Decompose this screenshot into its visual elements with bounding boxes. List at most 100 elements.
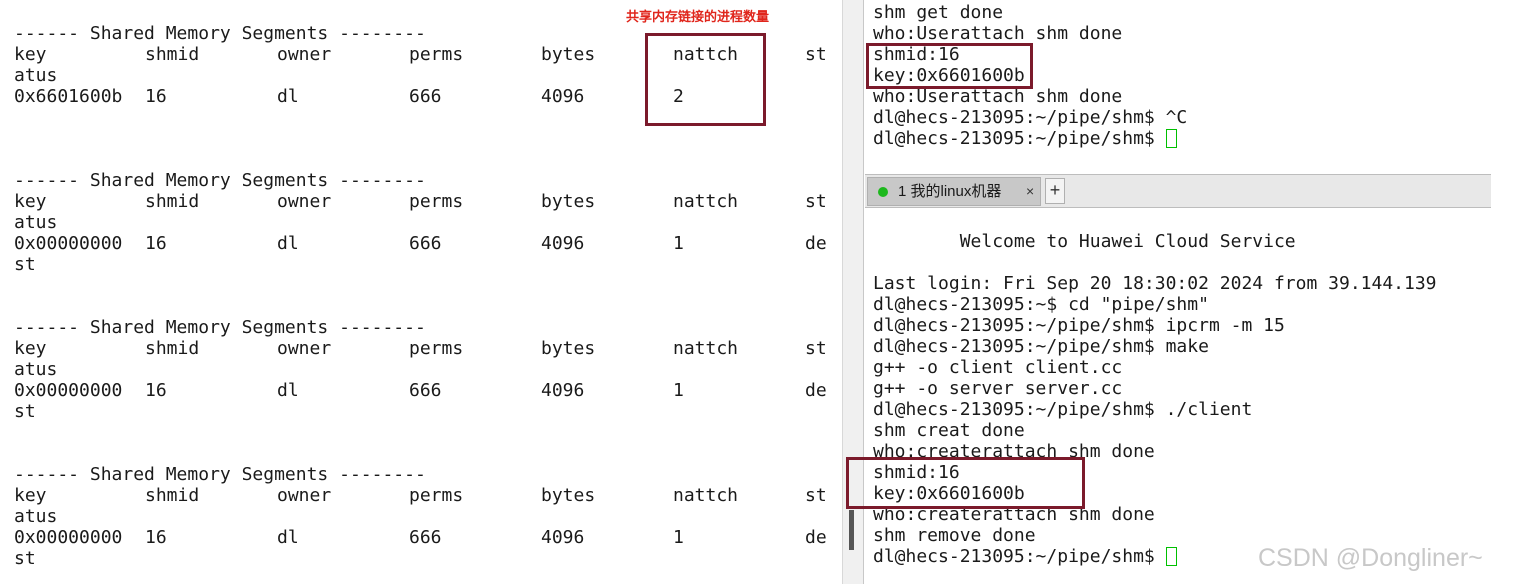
terminal-cursor [1165, 129, 1177, 148]
terminal-line-text: dl@hecs-213095:~/pipe/shm$ [873, 546, 1166, 567]
connection-status-icon [878, 187, 888, 197]
terminal-line-text: dl@hecs-213095:~$ cd "pipe/shm" [873, 294, 1209, 315]
column-header: nattch [673, 485, 739, 506]
terminal-line: who:Userattach shm done [873, 23, 1122, 44]
session-tab-bar: 1 我的linux机器 × + [865, 174, 1491, 208]
terminal-line: dl@hecs-213095:~/pipe/shm$ ^C [873, 107, 1187, 128]
column-header: owner [277, 191, 332, 212]
terminal-line-text: dl@hecs-213095:~/pipe/shm$ ^C [873, 107, 1188, 128]
terminal-line-text: who:Userattach shm done [873, 86, 1123, 107]
column-header: st [805, 338, 827, 359]
segment-cell: de [805, 380, 827, 401]
segment-cell: 16 [145, 527, 167, 548]
column-headers: key shmid owner perms bytes nattch st [14, 338, 844, 359]
terminal-line-text: Last login: Fri Sep 20 18:30:02 2024 fro… [873, 273, 1437, 294]
terminal-line-text: dl@hecs-213095:~/pipe/shm$ [873, 128, 1166, 149]
column-header: nattch [673, 191, 739, 212]
segment-cell: dl [277, 233, 299, 254]
column-header: bytes [541, 338, 596, 359]
terminal-line-text: dl@hecs-213095:~/pipe/shm$ ./client [873, 399, 1253, 420]
column-headers: key shmid owner perms bytes nattch st [14, 191, 844, 212]
segment-row: 0x00000000 16 dl 666 4096 1 de [14, 233, 844, 254]
terminal-line-text: dl@hecs-213095:~/pipe/shm$ ipcrm -m 15 [873, 315, 1285, 336]
column-header: shmid [145, 485, 200, 506]
terminal-line: Welcome to Huawei Cloud Service [873, 231, 1296, 252]
terminal-line: shm remove done [873, 525, 1036, 546]
segment-cell: 666 [409, 86, 442, 107]
column-header: shmid [145, 191, 200, 212]
shmid-key-highlight-box [846, 457, 1085, 509]
segment-cell: 16 [145, 233, 167, 254]
column-header: shmid [145, 44, 200, 65]
annotation-label: 共享内存链接的进程数量 [626, 10, 770, 25]
terminal-line: dl@hecs-213095:~/pipe/shm$ [873, 128, 1177, 149]
segment-cell: 4096 [541, 233, 585, 254]
right-bottom-terminal[interactable]: Welcome to Huawei Cloud Service Last logi… [865, 208, 1491, 584]
terminal-line: shm get done [873, 2, 1003, 23]
column-header: owner [277, 485, 332, 506]
new-tab-button[interactable]: + [1045, 178, 1065, 204]
segment-cell: 666 [409, 233, 442, 254]
column-header: owner [277, 44, 332, 65]
column-header: nattch [673, 338, 739, 359]
segment-cell: 4096 [541, 86, 585, 107]
segment-cell: 666 [409, 380, 442, 401]
terminal-line: g++ -o client client.cc [873, 357, 1122, 378]
terminal-line: shm creat done [873, 420, 1025, 441]
terminal-line-text: g++ -o server server.cc [873, 378, 1123, 399]
terminal-line-text: g++ -o client client.cc [873, 357, 1123, 378]
segments-header: ------ Shared Memory Segments -------- [14, 317, 426, 338]
segment-cell: 666 [409, 527, 442, 548]
column-header: key [14, 191, 47, 212]
terminal-line: dl@hecs-213095:~$ cd "pipe/shm" [873, 294, 1209, 315]
segment-cell: 0x00000000 [14, 527, 123, 548]
segment-cell: de [805, 527, 827, 548]
terminal-line-text: who:Userattach shm done [873, 23, 1123, 44]
column-header: key [14, 44, 47, 65]
segment-cell: dl [277, 380, 299, 401]
shm-segments-block: ------ Shared Memory Segments -------- ke… [14, 464, 844, 569]
terminal-line-text: Welcome to Huawei Cloud Service [873, 231, 1296, 252]
shmid-key-highlight-box [866, 43, 1033, 89]
terminal-line: g++ -o server server.cc [873, 378, 1122, 399]
terminal-line: who:Userattach shm done [873, 86, 1122, 107]
close-tab-icon[interactable]: × [1026, 178, 1034, 205]
column-header: bytes [541, 485, 596, 506]
terminal-line-text: shm get done [873, 2, 1004, 23]
segment-row-wrap: st [14, 254, 36, 275]
segment-cell: 1 [673, 380, 684, 401]
column-header: perms [409, 338, 464, 359]
session-tab[interactable]: 1 我的linux机器 × [867, 177, 1041, 206]
column-header: key [14, 338, 47, 359]
column-header: perms [409, 191, 464, 212]
column-header: perms [409, 485, 464, 506]
terminal-line: dl@hecs-213095:~/pipe/shm$ ipcrm -m 15 [873, 315, 1285, 336]
terminal-line: dl@hecs-213095:~/pipe/shm$ ./client [873, 399, 1252, 420]
segment-cell: dl [277, 527, 299, 548]
column-header-wrap: atus [14, 212, 58, 233]
segment-cell: 4096 [541, 380, 585, 401]
segment-row-wrap: st [14, 548, 36, 569]
column-header: bytes [541, 191, 596, 212]
segment-cell: 4096 [541, 527, 585, 548]
segment-cell: 1 [673, 233, 684, 254]
column-header: st [805, 44, 827, 65]
segment-cell: 16 [145, 380, 167, 401]
column-header: bytes [541, 44, 596, 65]
column-header: st [805, 191, 827, 212]
terminal-cursor [1165, 547, 1177, 566]
column-header: key [14, 485, 47, 506]
segments-header: ------ Shared Memory Segments -------- [14, 170, 426, 191]
column-header: st [805, 485, 827, 506]
segment-cell: 0x00000000 [14, 380, 123, 401]
segment-cell: dl [277, 86, 299, 107]
column-header: perms [409, 44, 464, 65]
shm-segments-block: ------ Shared Memory Segments -------- ke… [14, 170, 844, 275]
terminal-line-text: dl@hecs-213095:~/pipe/shm$ make [873, 336, 1209, 357]
terminal-line: dl@hecs-213095:~/pipe/shm$ [873, 546, 1177, 567]
segment-row-wrap: st [14, 401, 36, 422]
scrollbar-thumb[interactable] [849, 510, 854, 550]
segment-row: 0x00000000 16 dl 666 4096 1 de [14, 380, 844, 401]
column-header: owner [277, 338, 332, 359]
segment-cell: 16 [145, 86, 167, 107]
